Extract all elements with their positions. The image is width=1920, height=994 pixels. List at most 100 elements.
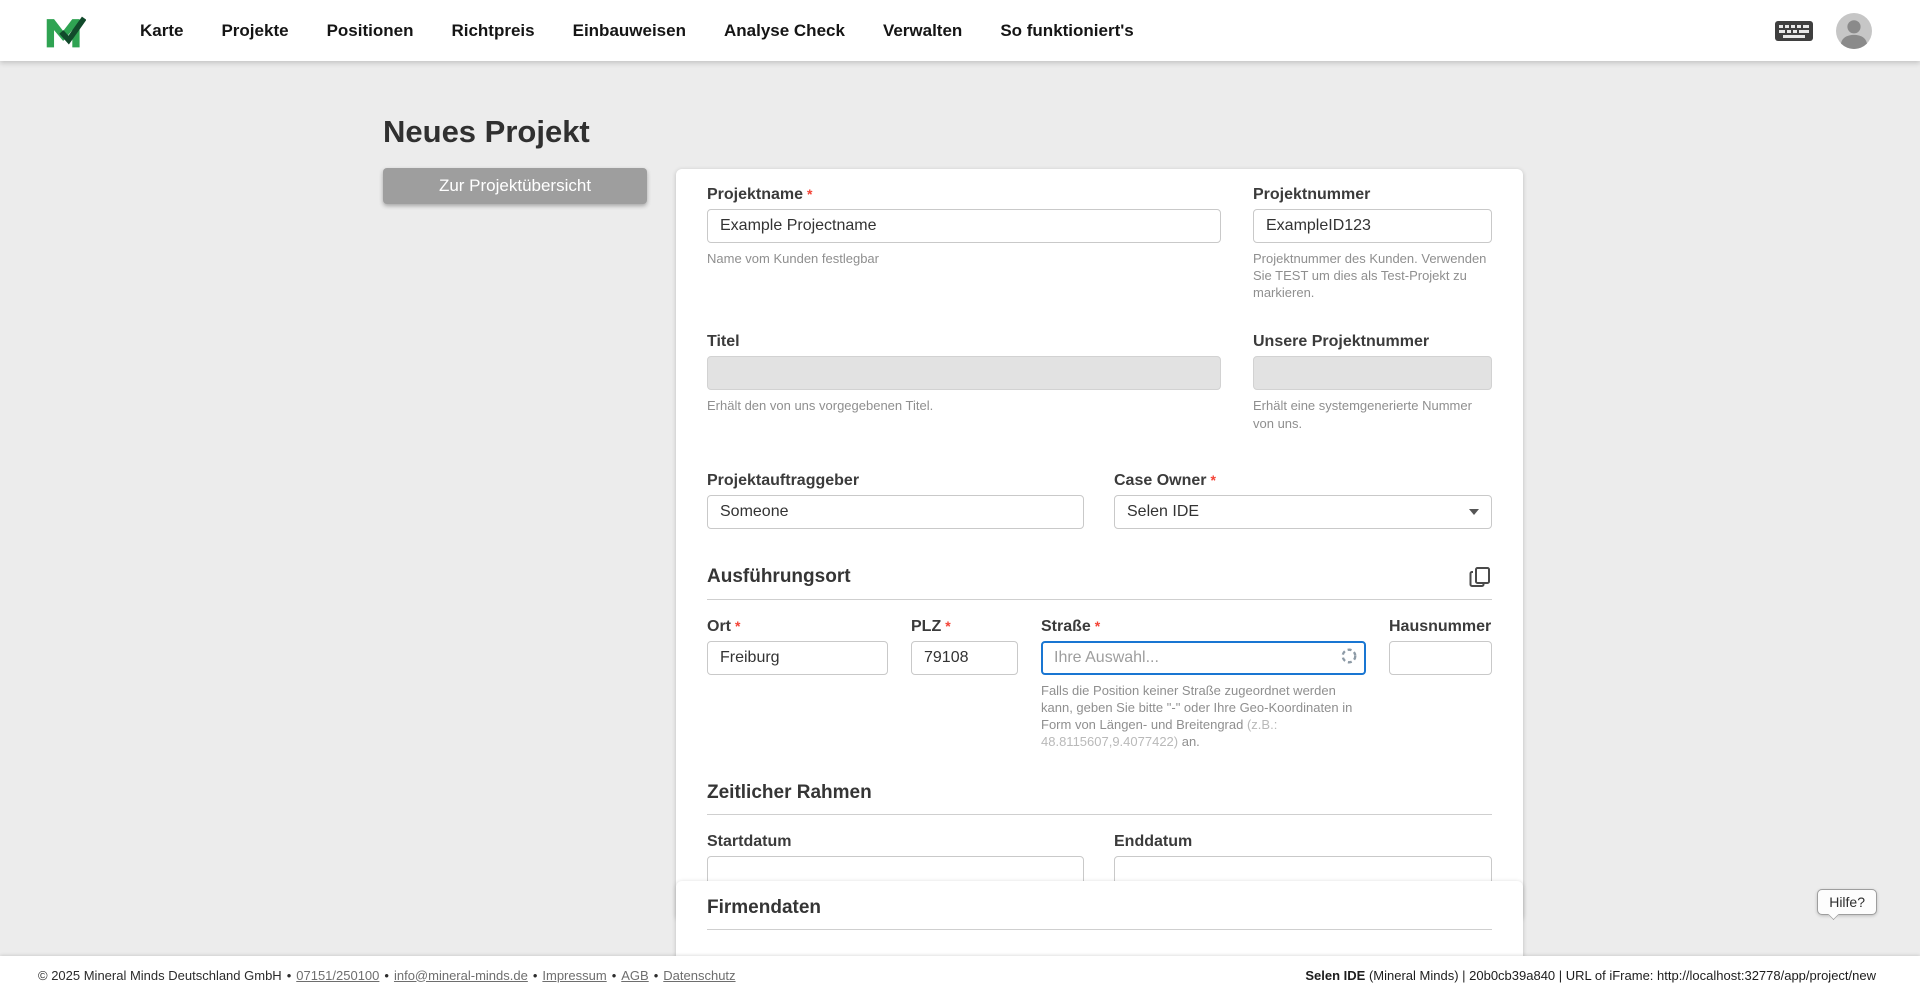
- chevron-down-icon: [1469, 509, 1479, 515]
- titel-hint: Erhält den von uns vorgegebenen Titel.: [707, 397, 1221, 414]
- required-asterisk: *: [807, 183, 812, 205]
- enddatum-label: Enddatum: [1114, 831, 1492, 853]
- page-title: Neues Projekt: [383, 114, 590, 150]
- main-menu: Karte Projekte Positionen Richtpreis Ein…: [140, 21, 1134, 41]
- projektname-input[interactable]: [707, 209, 1221, 243]
- separator-dot: •: [287, 968, 292, 983]
- form-row-name-number: Projektname * Name vom Kunden festlegbar…: [707, 184, 1492, 301]
- footer-session-info: Selen IDE (Mineral Minds) | 20b0cb39a840…: [1305, 968, 1876, 983]
- zeitlicher-rahmen-divider: [707, 814, 1492, 815]
- titel-label-text: Titel: [707, 331, 740, 353]
- projektnummer-field: Projektnummer Projektnummer des Kunden. …: [1253, 184, 1492, 301]
- footer-links: © 2025 Mineral Minds Deutschland GmbH • …: [38, 968, 736, 983]
- startdatum-label: Startdatum: [707, 831, 1084, 853]
- strasse-hint: Falls die Position keiner Straße zugeord…: [1041, 682, 1366, 751]
- project-form-card: Projektname * Name vom Kunden festlegbar…: [676, 169, 1523, 920]
- case-owner-label-text: Case Owner: [1114, 470, 1206, 492]
- ort-label-text: Ort: [707, 616, 731, 638]
- titel-input: [707, 356, 1221, 390]
- unsere-projektnummer-label: Unsere Projektnummer: [1253, 331, 1492, 353]
- projektname-label-text: Projektname: [707, 184, 803, 206]
- enddatum-label-text: Enddatum: [1114, 831, 1192, 853]
- keyboard-icon[interactable]: [1774, 17, 1814, 45]
- nav-item-einbauweisen[interactable]: Einbauweisen: [573, 21, 686, 41]
- strasse-label: Straße *: [1041, 616, 1366, 638]
- plz-label: PLZ *: [911, 616, 1018, 638]
- plz-label-text: PLZ: [911, 616, 941, 638]
- copy-icon[interactable]: [1468, 565, 1492, 589]
- page-footer: © 2025 Mineral Minds Deutschland GmbH • …: [0, 956, 1920, 994]
- plz-input[interactable]: [911, 641, 1018, 675]
- agb-link[interactable]: AGB: [621, 968, 648, 983]
- startdatum-label-text: Startdatum: [707, 831, 791, 853]
- ort-field: Ort *: [707, 616, 888, 751]
- strasse-label-text: Straße: [1041, 616, 1091, 638]
- hausnummer-label: Hausnummer: [1389, 616, 1492, 638]
- case-owner-select[interactable]: Selen IDE: [1114, 495, 1492, 529]
- nav-item-so-funktionierts[interactable]: So funktioniert's: [1000, 21, 1133, 41]
- hausnummer-label-text: Hausnummer: [1389, 616, 1491, 638]
- required-asterisk: *: [1095, 615, 1100, 637]
- unsere-projektnummer-input: [1253, 356, 1492, 390]
- ausfuehrungsort-section-header: Ausführungsort: [707, 565, 1492, 589]
- required-asterisk: *: [1210, 469, 1215, 491]
- projektname-hint: Name vom Kunden festlegbar: [707, 250, 1221, 267]
- session-user: Selen IDE: [1305, 968, 1365, 983]
- firmendaten-divider: [707, 929, 1492, 930]
- projektauftraggeber-input[interactable]: [707, 495, 1084, 529]
- impressum-link[interactable]: Impressum: [542, 968, 606, 983]
- nav-item-positionen[interactable]: Positionen: [327, 21, 414, 41]
- projektnummer-input[interactable]: [1253, 209, 1492, 243]
- navbar-actions: [1774, 13, 1872, 49]
- projektauftraggeber-field: Projektauftraggeber: [707, 470, 1084, 529]
- session-details: (Mineral Minds) | 20b0cb39a840 | URL of …: [1365, 968, 1876, 983]
- zeitlicher-rahmen-section-header: Zeitlicher Rahmen: [707, 782, 1492, 804]
- nav-item-analyse-check[interactable]: Analyse Check: [724, 21, 845, 41]
- case-owner-label: Case Owner *: [1114, 470, 1492, 492]
- zeitlicher-rahmen-heading: Zeitlicher Rahmen: [707, 782, 872, 804]
- titel-field: Titel Erhält den von uns vorgegebenen Ti…: [707, 331, 1221, 431]
- strasse-input-wrapper: [1041, 638, 1366, 675]
- separator-dot: •: [384, 968, 389, 983]
- projektname-label: Projektname *: [707, 184, 1221, 206]
- mineral-minds-logo[interactable]: [44, 12, 86, 50]
- loading-spinner-icon: [1340, 647, 1358, 665]
- projektnummer-label-text: Projektnummer: [1253, 184, 1370, 206]
- datenschutz-link[interactable]: Datenschutz: [663, 968, 735, 983]
- plz-field: PLZ *: [911, 616, 1018, 751]
- separator-dot: •: [654, 968, 659, 983]
- strasse-hint-main: Falls die Position keiner Straße zugeord…: [1041, 683, 1352, 732]
- projektauftraggeber-label-text: Projektauftraggeber: [707, 470, 859, 492]
- nav-item-karte[interactable]: Karte: [140, 21, 183, 41]
- separator-dot: •: [612, 968, 617, 983]
- strasse-field: Straße * Falls die Position keiner Straß…: [1041, 616, 1366, 751]
- case-owner-field: Case Owner * Selen IDE: [1114, 470, 1492, 529]
- unsere-projektnummer-label-text: Unsere Projektnummer: [1253, 331, 1429, 353]
- user-avatar-icon[interactable]: [1836, 13, 1872, 49]
- help-button[interactable]: Hilfe?: [1817, 889, 1877, 915]
- nav-item-projekte[interactable]: Projekte: [221, 21, 288, 41]
- unsere-projektnummer-hint: Erhält eine systemgenerierte Nummer von …: [1253, 397, 1492, 431]
- ausfuehrungsort-divider: [707, 599, 1492, 600]
- required-asterisk: *: [945, 615, 950, 637]
- case-owner-selected-value: Selen IDE: [1127, 503, 1199, 521]
- projektauftraggeber-label: Projektauftraggeber: [707, 470, 1084, 492]
- email-link[interactable]: info@mineral-minds.de: [394, 968, 528, 983]
- strasse-hint-suffix: an.: [1178, 734, 1200, 749]
- firmendaten-heading: Firmendaten: [707, 897, 1492, 919]
- projektname-field: Projektname * Name vom Kunden festlegbar: [707, 184, 1221, 301]
- nav-item-richtpreis[interactable]: Richtpreis: [451, 21, 534, 41]
- strasse-input[interactable]: [1041, 641, 1366, 675]
- back-to-project-overview-button[interactable]: Zur Projektübersicht: [383, 168, 647, 204]
- projektnummer-label: Projektnummer: [1253, 184, 1492, 206]
- form-row-auftraggeber: Projektauftraggeber Case Owner * Selen I…: [707, 470, 1492, 529]
- ort-label: Ort *: [707, 616, 888, 638]
- required-asterisk: *: [735, 615, 740, 637]
- ort-input[interactable]: [707, 641, 888, 675]
- form-row-titel: Titel Erhält den von uns vorgegebenen Ti…: [707, 331, 1492, 431]
- hausnummer-input[interactable]: [1389, 641, 1492, 675]
- nav-item-verwalten[interactable]: Verwalten: [883, 21, 962, 41]
- hausnummer-field: Hausnummer: [1389, 616, 1492, 751]
- ausfuehrungsort-heading: Ausführungsort: [707, 566, 851, 588]
- phone-link[interactable]: 07151/250100: [296, 968, 379, 983]
